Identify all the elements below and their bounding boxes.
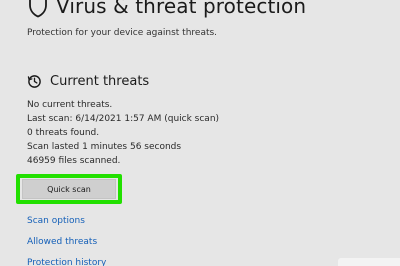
virus-threat-protection-page: Virus & threat protection Protection for… (0, 0, 400, 266)
history-clock-icon (27, 75, 41, 88)
page-header: Virus & threat protection (28, 0, 306, 18)
threat-status-text: No current threats. (27, 100, 113, 110)
corner-panel (338, 258, 400, 266)
files-scanned-text: 46959 files scanned. (27, 156, 121, 166)
protection-history-link[interactable]: Protection history (27, 258, 106, 266)
threats-found-text: 0 threats found. (27, 128, 100, 138)
shield-icon (29, 0, 47, 18)
scan-status: No current threats. Last scan: 6/14/2021… (27, 98, 219, 168)
scan-duration-text: Scan lasted 1 minutes 56 seconds (27, 142, 182, 152)
quick-scan-button[interactable]: Quick scan (22, 179, 116, 199)
scan-options-link[interactable]: Scan options (27, 216, 85, 226)
current-threats-title: Current threats (50, 74, 150, 89)
allowed-threats-link[interactable]: Allowed threats (27, 237, 97, 247)
page-title: Virus & threat protection (56, 0, 307, 18)
page-subtitle: Protection for your device against threa… (27, 28, 218, 38)
last-scan-text: Last scan: 6/14/2021 1:57 AM (quick scan… (27, 114, 220, 124)
current-threats-header: Current threats (27, 74, 149, 89)
